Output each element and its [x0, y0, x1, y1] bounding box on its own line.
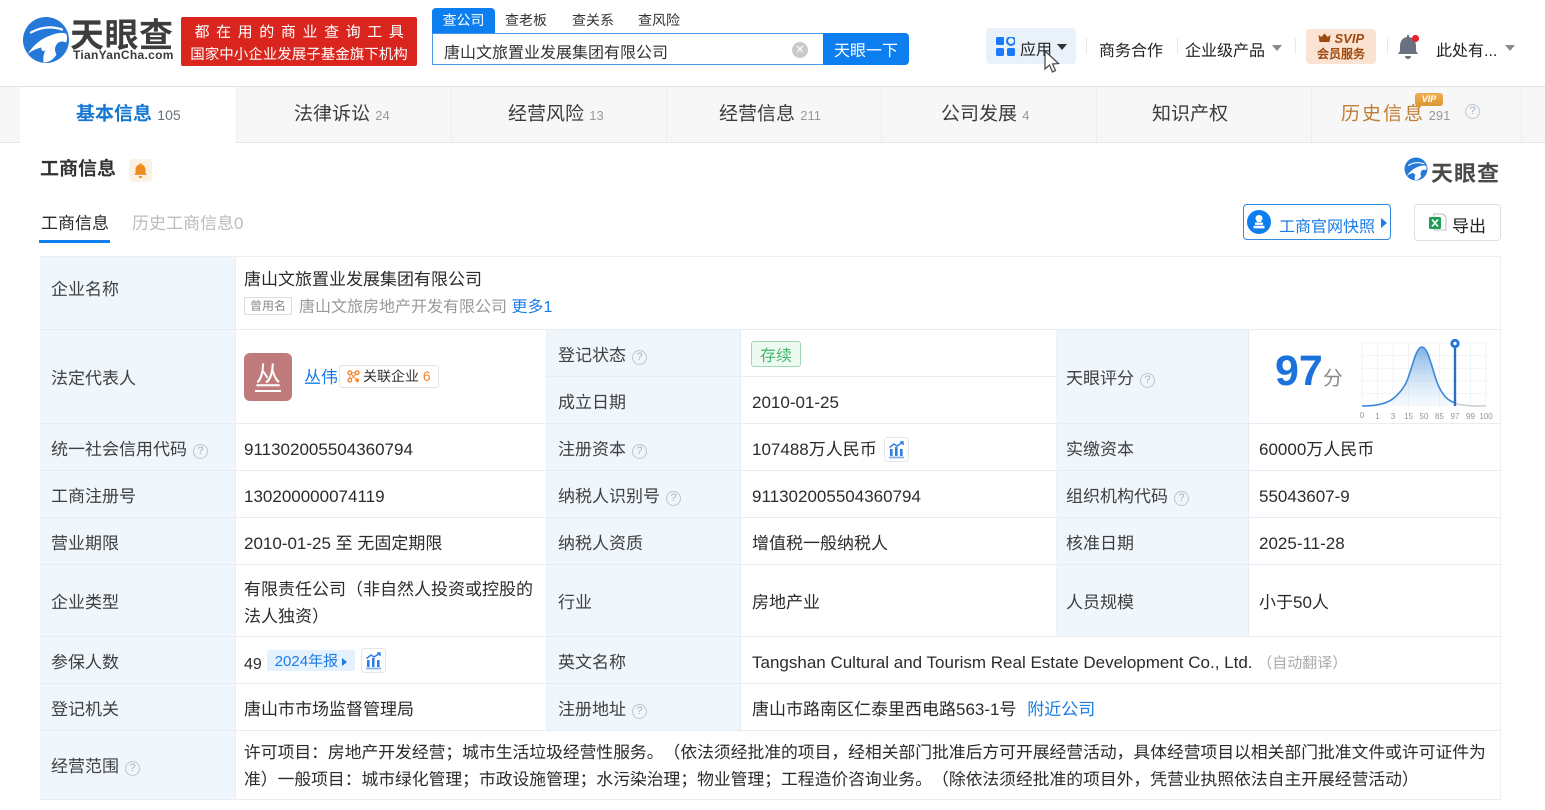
svg-text:97: 97 — [1451, 412, 1460, 421]
svg-text:85: 85 — [1435, 412, 1444, 421]
svg-text:100: 100 — [1479, 412, 1493, 421]
svg-text:0: 0 — [1360, 411, 1365, 420]
svg-text:15: 15 — [1404, 412, 1413, 421]
svg-text:3: 3 — [1391, 412, 1396, 421]
svg-text:99: 99 — [1466, 412, 1475, 421]
svg-text:50: 50 — [1420, 412, 1429, 421]
svg-text:1: 1 — [1375, 412, 1380, 421]
